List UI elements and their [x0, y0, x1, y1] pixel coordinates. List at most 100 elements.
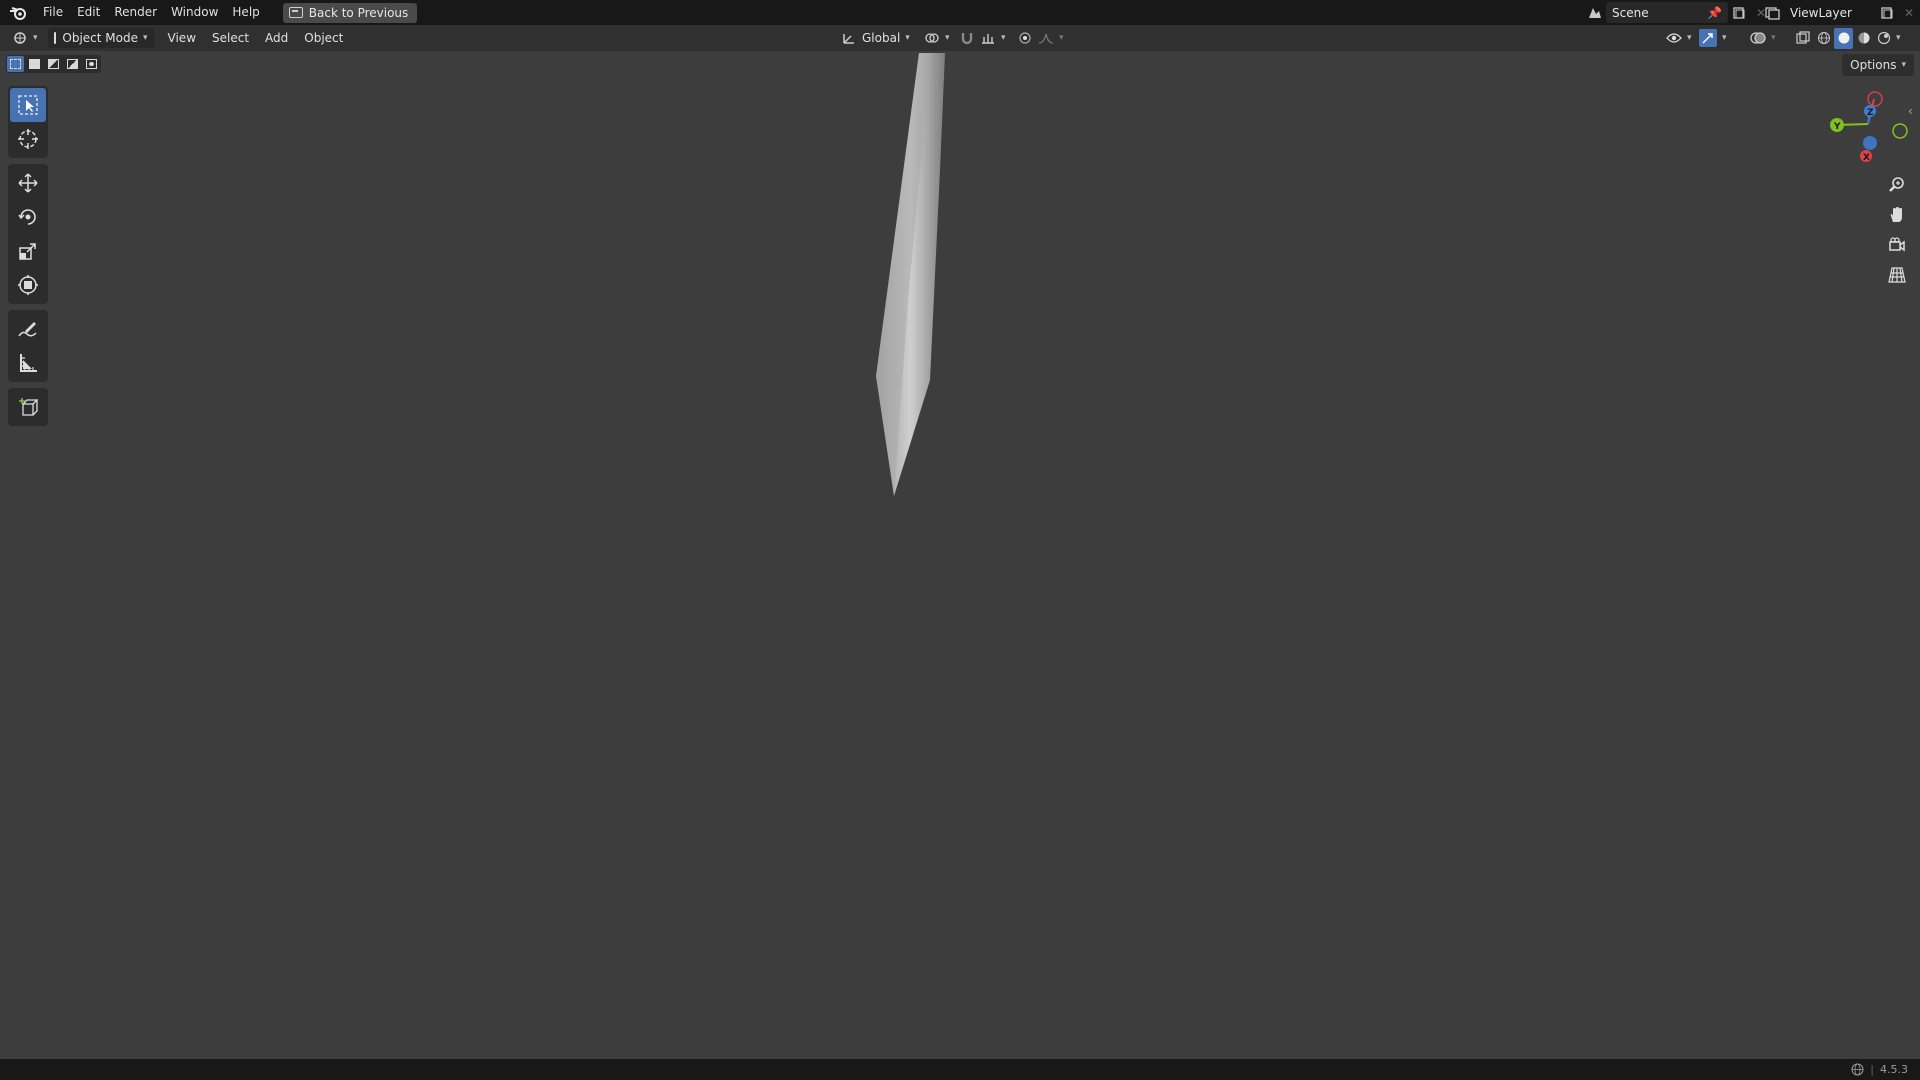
- options-label: Options: [1850, 58, 1897, 72]
- options-dropdown[interactable]: Options ▾: [1842, 54, 1914, 76]
- menu-help[interactable]: Help: [225, 0, 266, 25]
- scale-icon: [19, 243, 36, 260]
- rendered-shading-icon[interactable]: [1874, 28, 1893, 49]
- mode-dropdown[interactable]: Object Mode ▾: [47, 28, 154, 48]
- pin-icon[interactable]: 📌: [1707, 6, 1722, 20]
- viewport-header: ▾ Object Mode ▾ View Select Add Object G…: [0, 25, 1920, 51]
- back-to-previous-button[interactable]: Back to Previous: [282, 2, 418, 23]
- pan-button[interactable]: [1882, 200, 1912, 230]
- menu-object[interactable]: Object: [298, 28, 349, 48]
- selection-mode-buttons: [6, 55, 101, 73]
- xray-toggle[interactable]: [1790, 28, 1816, 48]
- shading-modes: ▾: [1814, 27, 1901, 49]
- orientation-icon: [843, 34, 854, 44]
- status-bar: | 4.5.3: [0, 1059, 1920, 1080]
- gizmo-z-label: Z: [1867, 108, 1874, 118]
- editor-type-icon: [14, 32, 26, 44]
- select-box-tool[interactable]: [10, 88, 46, 122]
- menu-select[interactable]: Select: [206, 28, 255, 48]
- annotate-pencil-icon: [18, 322, 37, 337]
- visibility-dropdown[interactable]: ▾: [1660, 28, 1698, 48]
- solid-shading-icon[interactable]: [1834, 27, 1853, 49]
- scene-selector: Scene 📌 ✕: [1584, 2, 1772, 23]
- select-extend-icon[interactable]: [26, 56, 43, 72]
- new-viewlayer-icon[interactable]: [1876, 2, 1898, 23]
- annotate-tool[interactable]: [10, 312, 46, 346]
- perspective-grid-icon: [1888, 267, 1906, 283]
- transform-icon: [18, 275, 38, 295]
- add-cube-tool[interactable]: [10, 390, 46, 424]
- chevron-down-icon[interactable]: ▾: [1896, 33, 1901, 43]
- gizmo-y-label: Y: [1833, 122, 1841, 132]
- cursor-tool[interactable]: [10, 122, 46, 156]
- menu-render[interactable]: Render: [107, 0, 164, 25]
- select-new-icon[interactable]: [7, 56, 24, 72]
- transform-orientation-dropdown[interactable]: Global ▾: [836, 28, 916, 48]
- material-shading-icon[interactable]: [1854, 28, 1873, 49]
- snap-target-dropdown[interactable]: ▾: [974, 28, 1012, 48]
- menu-edit[interactable]: Edit: [70, 0, 107, 25]
- version-label: 4.5.3: [1880, 1063, 1908, 1076]
- viewlayer-icon[interactable]: [1762, 2, 1784, 23]
- mode-label: Object Mode: [62, 31, 138, 45]
- chevron-down-icon: ▾: [1687, 33, 1692, 43]
- cursor-icon: [18, 129, 38, 149]
- move-tool[interactable]: [10, 166, 46, 200]
- toggle-perspective-button[interactable]: [1882, 260, 1912, 290]
- menu-add[interactable]: Add: [259, 28, 294, 48]
- wireframe-shading-icon[interactable]: [1814, 28, 1833, 49]
- tool-shelf: [8, 86, 48, 432]
- rotate-tool[interactable]: [10, 200, 46, 234]
- viewlayer-name-field[interactable]: ViewLayer: [1784, 2, 1876, 23]
- scale-tool[interactable]: [10, 234, 46, 268]
- overlays-dropdown[interactable]: ▾: [1744, 28, 1782, 48]
- tool-group-select: [8, 86, 48, 158]
- status-separator: |: [1870, 1063, 1874, 1076]
- gizmo-x-label: X: [1863, 153, 1870, 163]
- menu-window[interactable]: Window: [164, 0, 225, 25]
- chevron-down-icon: ▾: [1722, 33, 1727, 43]
- measure-ruler-icon: [20, 354, 37, 372]
- hand-icon: [1890, 207, 1902, 222]
- magnet-icon: [961, 33, 973, 45]
- scene-name: Scene: [1612, 5, 1649, 20]
- chevron-down-icon: ▾: [945, 33, 950, 43]
- zoom-magnifier-icon: [1889, 177, 1904, 192]
- pivot-point-dropdown[interactable]: ▾: [918, 28, 956, 48]
- select-subtract-icon[interactable]: [45, 56, 62, 72]
- select-box-icon: [18, 95, 38, 115]
- scene-name-field[interactable]: Scene 📌: [1606, 2, 1728, 23]
- viewport-object-spike[interactable]: [0, 0, 1920, 1080]
- viewport-navigation: [1882, 170, 1912, 290]
- gizmo-toggle[interactable]: ▾: [1696, 28, 1730, 48]
- tool-group-add: [8, 388, 48, 426]
- transform-tool[interactable]: [10, 268, 46, 302]
- rotate-icon: [18, 209, 36, 225]
- eye-icon: [1666, 33, 1682, 43]
- network-globe-icon: [1851, 1063, 1864, 1076]
- screen-icon: [288, 7, 303, 18]
- proportional-falloff-dropdown[interactable]: ▾: [1032, 28, 1070, 48]
- select-intersect-icon[interactable]: [83, 56, 100, 72]
- chevron-down-icon: ▾: [33, 33, 38, 43]
- chevron-down-icon: ▾: [143, 33, 148, 43]
- orientation-label: Global: [862, 31, 901, 45]
- pivot-icon: [925, 33, 939, 43]
- falloff-curve-icon: [1038, 33, 1054, 44]
- camera-view-button[interactable]: [1882, 230, 1912, 260]
- tool-group-annotate: [8, 310, 48, 382]
- new-scene-icon[interactable]: [1728, 2, 1750, 23]
- blender-logo-icon[interactable]: [0, 0, 36, 25]
- zoom-button[interactable]: [1882, 170, 1912, 200]
- navigation-gizmo[interactable]: Y Z X: [1826, 88, 1916, 168]
- select-invert-icon[interactable]: [64, 56, 81, 72]
- scene-icon[interactable]: [1584, 2, 1606, 23]
- overlays-icon: [1750, 32, 1766, 44]
- close-viewlayer-icon[interactable]: ✕: [1898, 2, 1920, 23]
- add-cube-icon: [19, 398, 39, 416]
- menu-file[interactable]: File: [36, 0, 70, 25]
- measure-tool[interactable]: [10, 346, 46, 380]
- editor-type-button[interactable]: ▾: [6, 28, 44, 48]
- top-bar: File Edit Render Window Help Back to Pre…: [0, 0, 1920, 25]
- menu-view[interactable]: View: [162, 28, 202, 48]
